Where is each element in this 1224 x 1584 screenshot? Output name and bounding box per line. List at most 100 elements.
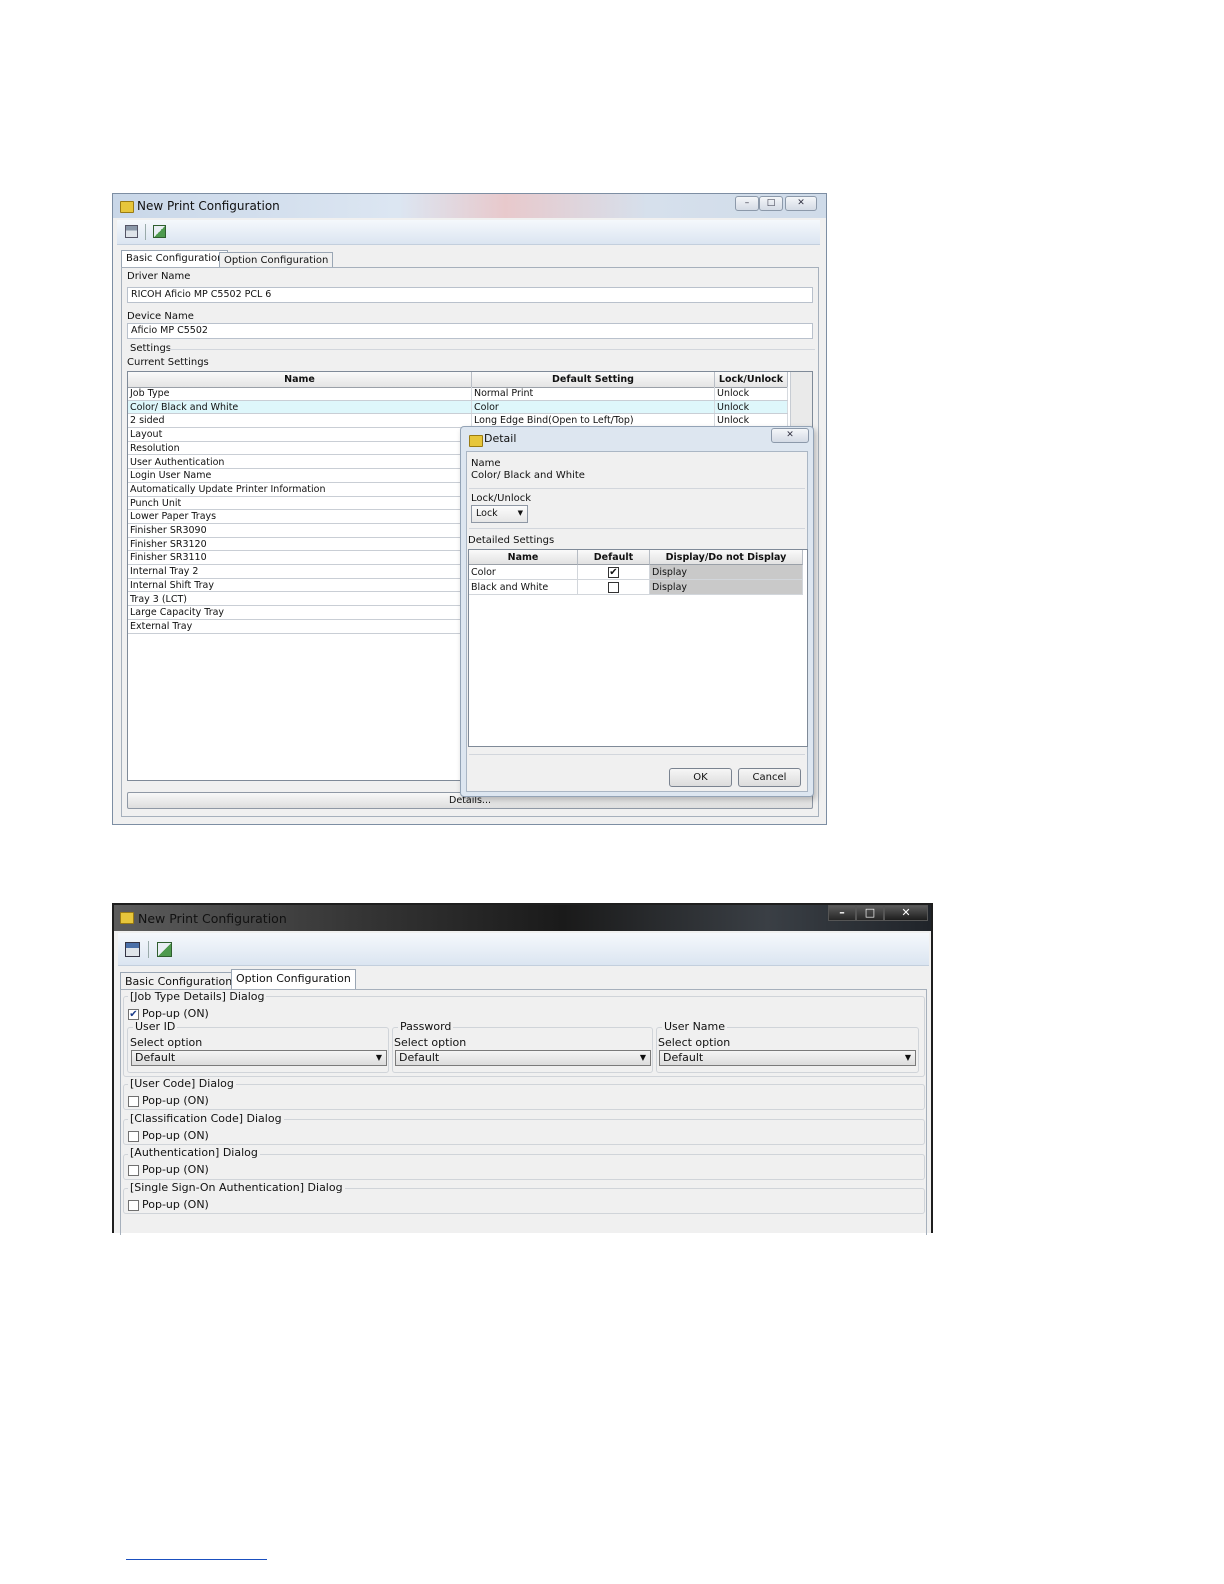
classification-code-popup-label: Pop-up (ON)	[142, 1129, 209, 1142]
lock-unlock-select[interactable]: Lock ▼	[471, 505, 528, 523]
cell-name: Internal Shift Tray	[128, 578, 472, 592]
close-button[interactable]: ✕	[884, 905, 928, 921]
col-header-lock-unlock[interactable]: Lock/Unlock	[715, 372, 788, 387]
chevron-down-icon: ▼	[904, 1053, 911, 1062]
cell-name: Automatically Update Printer Information	[128, 482, 472, 496]
classification-code-popup-checkbox[interactable]	[128, 1131, 139, 1142]
user-code-popup-label: Pop-up (ON)	[142, 1094, 209, 1107]
chevron-down-icon: ▼	[375, 1053, 382, 1062]
user-id-select-label: Select option	[130, 1036, 203, 1049]
sso-authentication-title: [Single Sign-On Authentication] Dialog	[128, 1181, 345, 1194]
user-code-popup-checkbox[interactable]	[128, 1096, 139, 1107]
cell-name: Lower Paper Trays	[128, 510, 472, 523]
app-icon	[120, 201, 134, 213]
detail-name-value: Color/ Black and White	[471, 470, 585, 481]
save-icon[interactable]	[125, 942, 140, 957]
title-bar: New Print Configuration – □ ✕	[114, 905, 931, 931]
detail-dialog: Detail ✕ Name Color/ Black and White Loc…	[460, 426, 814, 797]
sso-authentication-popup-label: Pop-up (ON)	[142, 1198, 209, 1211]
window-title: New Print Configuration	[137, 199, 280, 213]
cell-name: Layout	[128, 428, 472, 441]
authentication-popup-label: Pop-up (ON)	[142, 1163, 209, 1176]
password-select[interactable]: Default ▼	[395, 1050, 651, 1066]
driver-name-label: Driver Name	[127, 271, 191, 282]
device-name-field[interactable]: Aficio MP C5502	[127, 323, 813, 339]
toolbar-separator	[148, 941, 149, 958]
job-type-details-title: [Job Type Details] Dialog	[128, 990, 267, 1003]
toolbar-separator	[145, 224, 146, 240]
detail-row-display[interactable]: Display	[650, 565, 803, 580]
device-name-label: Device Name	[127, 311, 194, 322]
col-header-default-setting[interactable]: Default Setting	[472, 372, 715, 387]
minimize-button[interactable]: –	[828, 905, 856, 921]
footnote-link-underline[interactable]	[126, 1559, 267, 1560]
settings-divider	[168, 349, 815, 350]
user-name-select[interactable]: Default ▼	[659, 1050, 916, 1066]
close-button[interactable]: ✕	[785, 196, 817, 211]
tab-basic-configuration[interactable]: Basic Configuration	[121, 250, 229, 267]
maximize-button[interactable]: □	[856, 905, 884, 921]
cell-name: Job Type	[128, 387, 472, 400]
table-row[interactable]: Color/ Black and White Color Unlock	[128, 400, 788, 415]
dialog-close-button[interactable]: ✕	[771, 428, 809, 443]
col-header-name[interactable]: Name	[128, 372, 472, 387]
detail-row-name: Black and White	[469, 580, 578, 595]
tab-option-configuration[interactable]: Option Configuration	[231, 969, 356, 990]
cell-default-setting: Color	[472, 400, 715, 414]
cell-name: External Tray	[128, 619, 472, 633]
user-id-value: Default	[135, 1051, 176, 1064]
cancel-button[interactable]: Cancel	[738, 768, 801, 787]
cell-name: Large Capacity Tray	[128, 606, 472, 619]
detail-col-name[interactable]: Name	[469, 550, 578, 565]
job-type-popup-checkbox[interactable]: ✔	[128, 1009, 139, 1020]
export-icon[interactable]	[153, 225, 166, 238]
app-icon	[120, 912, 134, 924]
table-row[interactable]: Job Type Normal Print Unlock	[128, 387, 788, 401]
minimize-button[interactable]: –	[735, 196, 759, 211]
user-code-title: [User Code] Dialog	[128, 1077, 236, 1090]
default-checkbox[interactable]: ✔	[608, 567, 619, 578]
cell-name: Tray 3 (LCT)	[128, 592, 472, 606]
settings-group-title: Settings	[130, 343, 172, 354]
export-icon[interactable]	[157, 942, 172, 957]
authentication-popup-checkbox[interactable]	[128, 1165, 139, 1176]
sso-authentication-popup-checkbox[interactable]	[128, 1200, 139, 1211]
toolbar	[117, 220, 820, 245]
maximize-button[interactable]: □	[759, 196, 783, 211]
password-value: Default	[399, 1051, 440, 1064]
ok-button[interactable]: OK	[669, 768, 732, 787]
user-code-group	[123, 1084, 925, 1110]
driver-name-field[interactable]: RICOH Aficio MP C5502 PCL 6	[127, 287, 813, 303]
tab-option-configuration[interactable]: Option Configuration	[219, 252, 334, 267]
save-icon[interactable]	[125, 225, 138, 238]
lock-unlock-value: Lock	[476, 508, 498, 519]
detail-divider-3	[469, 754, 805, 755]
toolbar	[118, 933, 929, 966]
detail-row-display[interactable]: Display	[650, 580, 803, 595]
cell-name: Punch Unit	[128, 496, 472, 510]
current-settings-label: Current Settings	[127, 357, 209, 368]
job-type-popup-label: Pop-up (ON)	[142, 1007, 209, 1020]
password-select-label: Select option	[394, 1036, 467, 1049]
default-checkbox[interactable]	[608, 582, 619, 593]
detail-name-label: Name	[471, 458, 501, 469]
dialog-icon	[469, 435, 483, 447]
password-title: Password	[398, 1020, 454, 1033]
authentication-title: [Authentication] Dialog	[128, 1146, 260, 1159]
detailed-settings-grid: Name Default Display/Do not Display Colo…	[468, 549, 808, 747]
user-id-select[interactable]: Default ▼	[131, 1050, 387, 1066]
title-bar: New Print Configuration – □ ✕	[113, 194, 826, 218]
cell-name: Resolution	[128, 441, 472, 455]
tab-basic-configuration[interactable]: Basic Configuration	[120, 972, 238, 989]
grid-header: Name Default Setting Lock/Unlock	[128, 372, 788, 388]
user-id-title: User ID	[133, 1020, 178, 1033]
detail-col-display[interactable]: Display/Do not Display	[650, 550, 803, 565]
detail-divider-2	[469, 528, 805, 529]
cell-name: 2 sided	[128, 414, 472, 428]
detail-col-default[interactable]: Default	[578, 550, 650, 565]
user-name-title: User Name	[662, 1020, 728, 1033]
cell-name: Login User Name	[128, 469, 472, 482]
chevron-down-icon: ▼	[639, 1053, 646, 1062]
user-name-value: Default	[663, 1051, 704, 1064]
dialog-title: Detail	[484, 432, 517, 445]
